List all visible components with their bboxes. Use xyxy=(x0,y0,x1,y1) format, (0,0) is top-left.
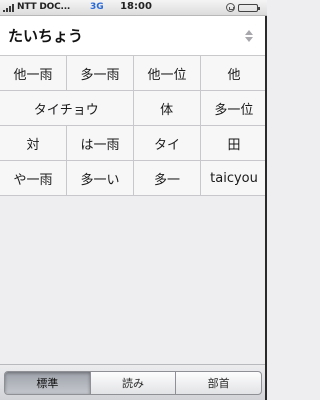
candidate-item[interactable]: 多一位 xyxy=(201,91,267,125)
carrier-name: NTT DOC... xyxy=(17,2,71,12)
candidate-item[interactable]: 多一雨 xyxy=(67,56,134,90)
candidate-item[interactable]: タイ xyxy=(134,126,201,160)
empty-candidate-area xyxy=(0,196,267,364)
candidate-item[interactable]: 多一 xyxy=(134,161,201,195)
input-text[interactable]: たいちょう xyxy=(8,25,83,46)
conversion-mode-bar: 標準 読み 部首 xyxy=(0,364,267,400)
candidate-item[interactable]: 田 xyxy=(201,126,267,160)
segment-standard[interactable]: 標準 xyxy=(5,372,91,394)
candidate-grid: 他一雨 多一雨 他一位 他 タイチョウ 体 多一位 対 は一雨 タイ 田 や一雨… xyxy=(0,56,267,196)
candidate-row: 他一雨 多一雨 他一位 他 xyxy=(0,56,267,91)
candidate-item[interactable]: 他一位 xyxy=(134,56,201,90)
edge-divider xyxy=(265,16,267,400)
signal-strength-icon xyxy=(3,4,14,12)
candidate-item[interactable]: や一雨 xyxy=(0,161,67,195)
candidate-item[interactable]: 対 xyxy=(0,126,67,160)
candidate-row: タイチョウ 体 多一位 xyxy=(0,91,267,126)
up-down-arrow-icon[interactable] xyxy=(244,28,254,44)
candidate-item[interactable]: 他 xyxy=(201,56,267,90)
clock: 18:00 xyxy=(120,1,152,12)
battery-icon xyxy=(238,4,260,12)
candidate-item[interactable]: 他一雨 xyxy=(0,56,67,90)
candidate-item[interactable]: taicyou xyxy=(201,161,267,195)
candidate-item[interactable]: タイチョウ xyxy=(0,91,134,125)
candidate-item[interactable]: 体 xyxy=(134,91,201,125)
candidate-row: や一雨 多一い 多一 taicyou xyxy=(0,161,267,196)
candidate-item[interactable]: 多一い xyxy=(67,161,134,195)
candidate-row: 対 は一雨 タイ 田 xyxy=(0,126,267,161)
segment-radical[interactable]: 部首 xyxy=(176,372,261,394)
input-bar: たいちょう xyxy=(0,16,267,56)
network-type: 3G xyxy=(90,2,104,12)
rotation-lock-icon xyxy=(226,3,235,12)
candidate-item[interactable]: は一雨 xyxy=(67,126,134,160)
segment-reading[interactable]: 読み xyxy=(91,372,177,394)
status-bar: NTT DOC... 3G 18:00 xyxy=(0,0,267,16)
segmented-control: 標準 読み 部首 xyxy=(4,371,262,395)
